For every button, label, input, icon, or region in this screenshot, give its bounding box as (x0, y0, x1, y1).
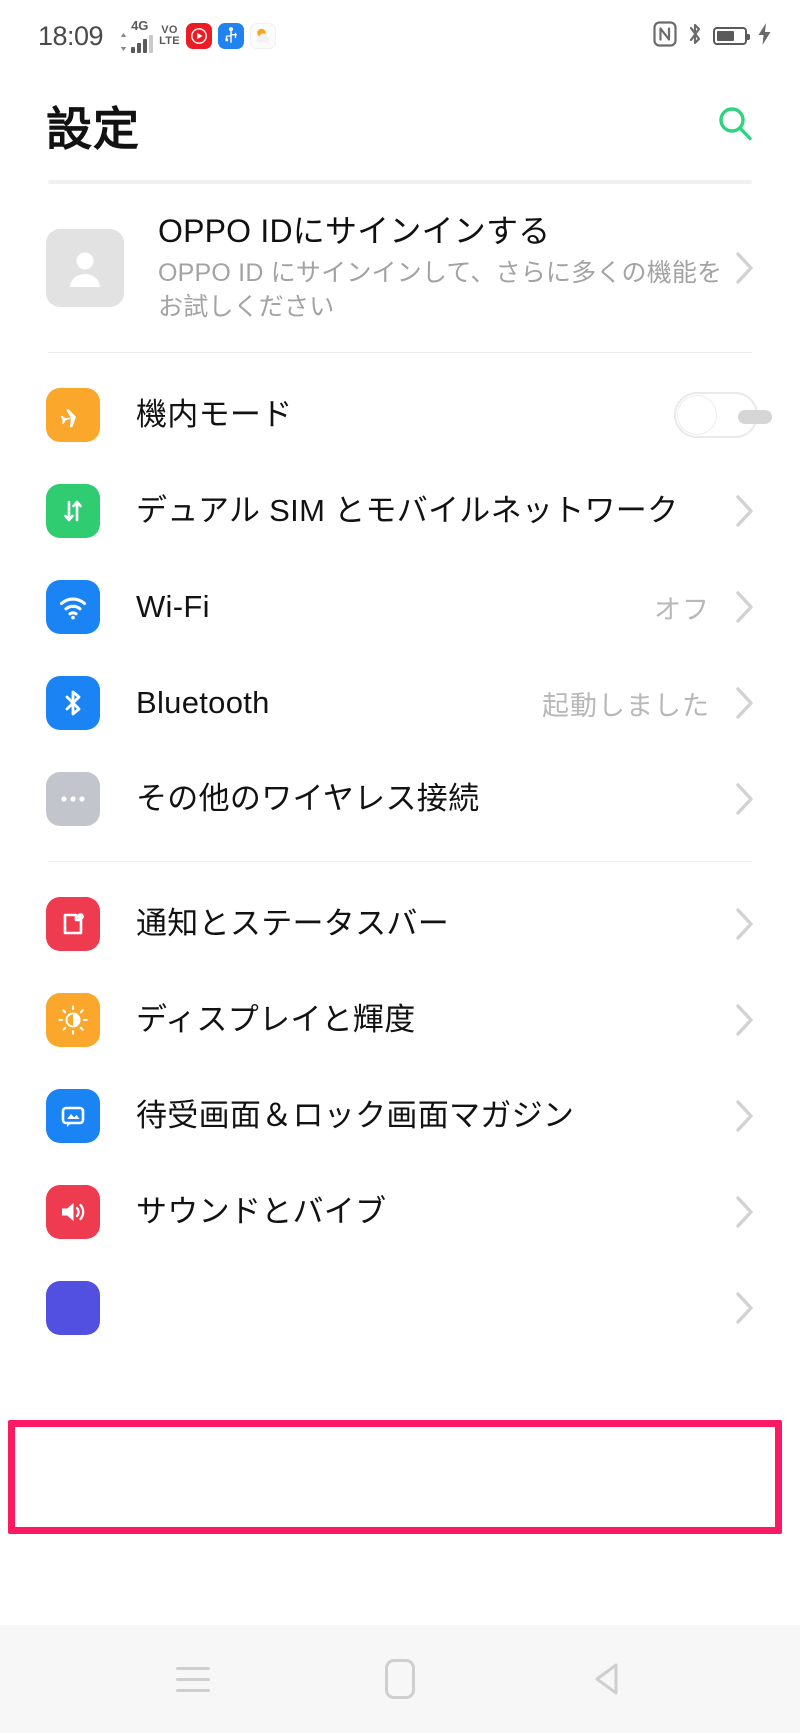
avatar (46, 229, 124, 307)
notification-icon (46, 897, 100, 951)
settings-row-wallpaper-lockscreen[interactable]: 待受画面＆ロック画面マガジン (0, 1068, 800, 1164)
sound-icon (46, 1185, 100, 1239)
chevron-right-icon (732, 777, 758, 821)
page-header: 設定 (0, 72, 800, 180)
chevron-right-icon (732, 998, 758, 1042)
recents-menu-icon[interactable] (148, 1634, 238, 1724)
wallpaper-icon (46, 1089, 100, 1143)
toggle-track-tail (738, 410, 772, 424)
signal-updown-icon (119, 33, 128, 51)
network-type-label: 4G (131, 18, 149, 33)
youtube-music-icon (185, 23, 212, 49)
group-connectivity: 機内モード デュアル SIM とモバイルネットワーク Wi-Fi オフ Blue… (0, 353, 800, 861)
status-left-icons: 4G VO LTE (119, 19, 276, 53)
status-bar: 18:09 4G VO LTE (0, 0, 800, 72)
chevron-right-icon (732, 1286, 758, 1330)
battery-icon (713, 27, 750, 45)
status-bar-left: 18:09 4G VO LTE (38, 19, 653, 53)
chevron-right-icon (732, 1094, 758, 1138)
settings-row-label: ディスプレイと輝度 (136, 1001, 416, 1037)
chevron-right-icon (732, 902, 758, 946)
back-triangle-icon[interactable] (562, 1634, 652, 1724)
chevron-right-icon (732, 585, 758, 629)
phone-screen: 18:09 4G VO LTE 設定 OPPO IDにサインインする OPPO … (0, 0, 800, 1733)
chevron-right-icon (732, 489, 758, 533)
settings-row-dual-sim[interactable]: デュアル SIM とモバイルネットワーク (0, 463, 800, 559)
usb-icon (217, 23, 244, 49)
bluetooth-icon (46, 676, 100, 730)
chevron-right-icon (732, 1190, 758, 1234)
signal-bars-icon: 4G (119, 18, 154, 53)
settings-row-label: Bluetooth (136, 684, 270, 720)
settings-list[interactable]: OPPO IDにサインインする OPPO ID にサインインして、さらに多くの機… (0, 184, 800, 1625)
settings-row-notifications[interactable]: 通知とステータスバー (0, 876, 800, 972)
settings-row-label: Wi-Fi (136, 588, 210, 624)
settings-row-display-brightness[interactable]: ディスプレイと輝度 (0, 972, 800, 1068)
toggle-knob (677, 395, 717, 435)
more-dots-icon (46, 772, 100, 826)
settings-row-label: 機内モード (136, 396, 293, 432)
settings-row-label: その他のワイヤレス接続 (136, 780, 480, 816)
settings-row-label: 待受画面＆ロック画面マガジン (136, 1097, 575, 1133)
partial-row-icon (46, 1281, 100, 1335)
bluetooth-status-value: 起動しました (542, 690, 710, 721)
status-clock: 18:09 (38, 20, 104, 51)
weather-icon (249, 23, 276, 49)
airplane-mode-toggle[interactable] (674, 392, 772, 438)
brightness-icon (46, 993, 100, 1047)
settings-row-bluetooth[interactable]: Bluetooth 起動しました (0, 655, 800, 751)
volte-line-2: LTE (159, 35, 180, 47)
highlight-box-display-brightness (8, 1420, 782, 1534)
settings-row-label: デュアル SIM とモバイルネットワーク (136, 492, 679, 528)
chevron-right-icon (732, 681, 758, 725)
settings-row-other-wireless[interactable]: その他のワイヤレス接続 (0, 751, 800, 847)
airplane-icon (46, 388, 100, 442)
oppo-id-signin-row[interactable]: OPPO IDにサインインする OPPO ID にサインインして、さらに多くの機… (0, 184, 800, 352)
settings-row-partial-next[interactable] (0, 1260, 800, 1356)
oppo-id-title: OPPO IDにサインインする (158, 213, 551, 250)
page-title: 設定 (46, 103, 140, 155)
oppo-id-text: OPPO IDにサインインする OPPO ID にサインインして、さらに多くの機… (158, 211, 732, 325)
settings-row-label: サウンドとバイブ (136, 1193, 387, 1229)
wifi-icon (46, 580, 100, 634)
bluetooth-icon (687, 21, 703, 52)
volte-icon: VO LTE (159, 25, 180, 47)
settings-row-label: 通知とステータスバー (136, 905, 449, 941)
oppo-id-subtitle: OPPO ID にサインインして、さらに多くの機能をお試しください (158, 259, 723, 321)
settings-row-airplane-mode[interactable]: 機内モード (0, 367, 800, 463)
charging-bolt-icon (757, 22, 772, 50)
status-bar-right (653, 20, 772, 52)
chevron-right-icon (732, 246, 758, 290)
sim-data-icon (46, 484, 100, 538)
settings-row-sound-vibration[interactable]: サウンドとバイブ (0, 1164, 800, 1260)
home-icon[interactable] (355, 1634, 445, 1724)
nfc-icon (653, 20, 677, 52)
wifi-status-value: オフ (654, 594, 710, 625)
group-device: 通知とステータスバー ディスプレイと輝度 待受画面＆ロック画面マガジン サウンド… (0, 862, 800, 1370)
settings-row-wifi[interactable]: Wi-Fi オフ (0, 559, 800, 655)
navigation-bar (0, 1625, 800, 1733)
search-icon[interactable] (712, 101, 758, 152)
